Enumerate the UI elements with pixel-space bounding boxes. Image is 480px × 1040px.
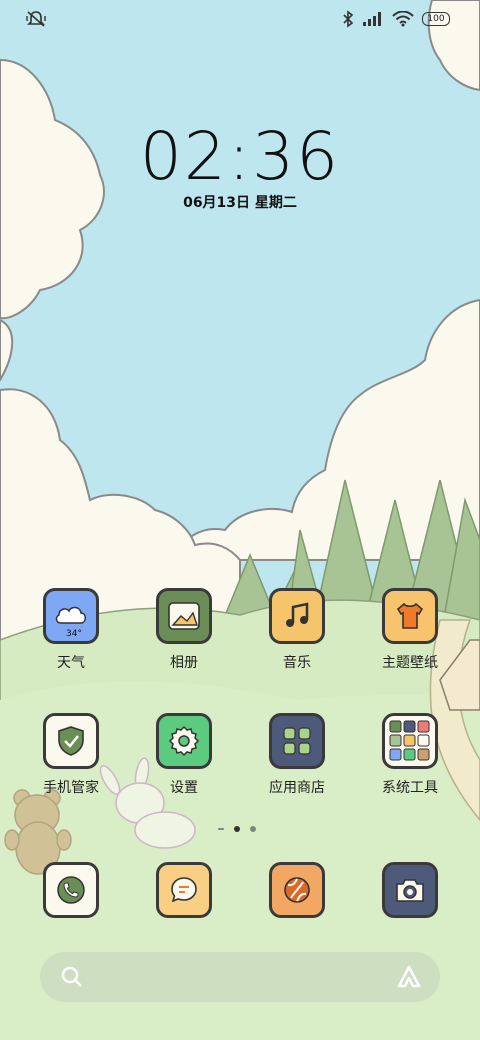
page-indicator[interactable] [218, 826, 256, 832]
app-music[interactable]: 音乐 [242, 588, 352, 672]
app-label: 系统工具 [382, 780, 438, 796]
app-folder-system-tools[interactable]: 系统工具 [355, 713, 465, 797]
search-icon[interactable] [60, 965, 84, 989]
app-label: 相册 [170, 655, 198, 671]
clock-date[interactable]: 06月13日 星期二 [0, 192, 480, 212]
music-note-icon [269, 588, 325, 644]
camera-icon [382, 862, 438, 918]
app-store-grid-icon [269, 713, 325, 769]
dock-messages[interactable] [129, 862, 239, 918]
clock-time[interactable]: 02:36 [0, 118, 480, 195]
bluetooth-icon [343, 10, 354, 28]
app-label: 音乐 [283, 655, 311, 671]
gallery-icon [156, 588, 212, 644]
shield-check-icon [43, 713, 99, 769]
gear-icon [156, 713, 212, 769]
page-dot [250, 826, 256, 832]
app-gallery[interactable]: 相册 [129, 588, 239, 672]
app-settings[interactable]: 设置 [129, 713, 239, 797]
dock-browser[interactable] [242, 862, 352, 918]
search-bar[interactable] [40, 952, 440, 1002]
browser-icon [269, 862, 325, 918]
signal-icon [363, 12, 381, 26]
dock-phone[interactable] [16, 862, 126, 918]
status-right: 100 [342, 10, 450, 28]
app-phone-manager[interactable]: 手机管家 [16, 713, 126, 797]
weather-temp: 34° [66, 629, 82, 639]
status-left [26, 10, 46, 32]
status-bar: 100 [0, 0, 480, 40]
phone-icon [43, 862, 99, 918]
message-icon [156, 862, 212, 918]
app-label: 手机管家 [43, 780, 99, 796]
app-weather[interactable]: 34° 天气 [16, 588, 126, 672]
app-label: 应用商店 [269, 780, 325, 796]
app-label: 设置 [170, 780, 198, 796]
dock-camera[interactable] [355, 862, 465, 918]
page-indicator-bar [218, 828, 224, 830]
wifi-icon [392, 11, 414, 27]
folder-tools-icon [382, 713, 438, 769]
battery-indicator: 100 [422, 12, 450, 26]
app-label: 天气 [57, 655, 85, 671]
page-dot-current [234, 826, 240, 832]
assistant-icon[interactable] [396, 964, 422, 990]
weather-cloud-icon: 34° [43, 588, 99, 644]
app-label: 主题壁纸 [382, 655, 438, 671]
tshirt-icon [382, 588, 438, 644]
mute-vibrate-icon [26, 11, 46, 27]
app-app-store[interactable]: 应用商店 [242, 713, 352, 797]
app-themes[interactable]: 主题壁纸 [355, 588, 465, 672]
